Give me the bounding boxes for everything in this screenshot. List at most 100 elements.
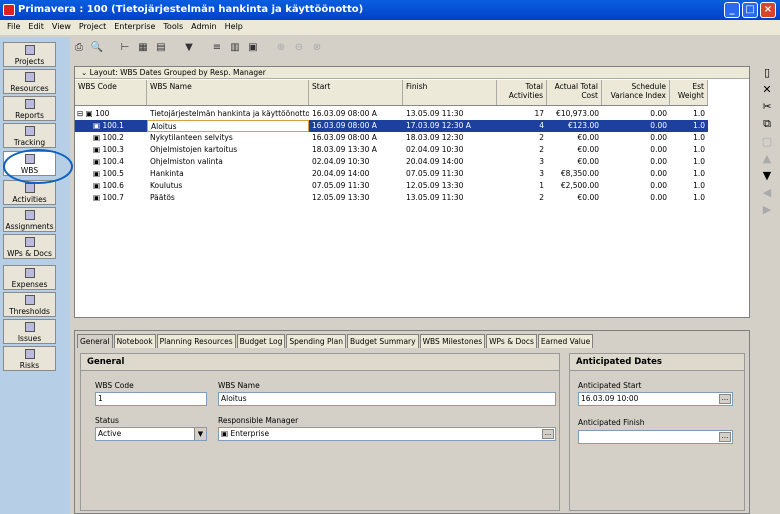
left-navigation: Projects Resources Reports Tracking WBS …: [0, 37, 70, 514]
projects-icon: [24, 45, 35, 55]
col-svi[interactable]: Schedule Variance Index: [602, 80, 670, 105]
cell-name: Päätös: [150, 193, 175, 202]
nav-wps-docs[interactable]: WPs & Docs: [3, 234, 56, 259]
minimize-button[interactable]: _: [724, 2, 740, 18]
col-est-weight[interactable]: Est Weight: [670, 80, 708, 105]
cell-name: Ohjelmiston valinta: [150, 157, 223, 166]
move-up-icon[interactable]: ▲: [763, 152, 771, 165]
tab-wps-docs[interactable]: WPs & Docs: [486, 334, 537, 348]
cell-svi: 0.00: [650, 109, 667, 118]
print-preview-icon[interactable]: 🔍: [90, 40, 104, 54]
move-down-icon[interactable]: ▼: [763, 169, 771, 182]
nav-resources[interactable]: Resources: [3, 69, 56, 94]
cell-code: ▣ 100.5: [93, 169, 124, 178]
filter-icon[interactable]: ▼: [182, 40, 196, 54]
menu-edit[interactable]: Edit: [24, 20, 48, 35]
date-picker-button[interactable]: ...: [719, 394, 731, 404]
anticipated-start-field[interactable]: 16.03.09 10:00...: [578, 392, 733, 406]
menu-help[interactable]: Help: [221, 20, 247, 35]
tab-earned-value[interactable]: Earned Value: [537, 334, 594, 348]
nav-thresholds[interactable]: Thresholds: [3, 292, 56, 317]
menu-tools[interactable]: Tools: [159, 20, 187, 35]
menu-enterprise[interactable]: Enterprise: [110, 20, 159, 35]
manager-field[interactable]: ▣ Enterprise...: [218, 427, 556, 441]
table-row[interactable]: ▣ 100.3 Ohjelmistojen kartoitus 18.03.09 1…: [75, 144, 708, 156]
nav-issues[interactable]: Issues: [3, 319, 56, 344]
zoom-out-icon[interactable]: ⊖: [292, 40, 306, 54]
copy-icon[interactable]: ⧉: [763, 117, 771, 131]
cell-cost: €123.00: [567, 121, 599, 130]
print-icon[interactable]: ⎙: [72, 40, 86, 54]
col-total-activities[interactable]: Total Activities: [497, 80, 547, 105]
status-select[interactable]: Active ▼: [95, 427, 207, 441]
cell-name: Tietojärjestelmän hankinta ja käyttöönot…: [150, 109, 309, 118]
date-picker-button[interactable]: ...: [719, 432, 731, 442]
browse-button[interactable]: ...: [542, 429, 554, 439]
col-actual-cost[interactable]: Actual Total Cost: [547, 80, 602, 105]
cell-cost: €0.00: [577, 193, 599, 202]
nav-activities[interactable]: Activities: [3, 180, 56, 205]
tab-general[interactable]: General: [77, 334, 113, 348]
delete-icon[interactable]: ✕: [762, 83, 771, 96]
table-row[interactable]: ▣ 100.1 Aloitus 16.03.09 08:00 A 17.03.09 1…: [75, 120, 708, 132]
cell-cost: €10,973.00: [556, 109, 599, 118]
table-row[interactable]: ▣ 100.2 Nykytilanteen selvitys 16.03.09 08…: [75, 132, 708, 144]
tracking-icon: [24, 126, 35, 136]
paste-icon[interactable]: ▢: [762, 135, 772, 148]
wbs-code-field[interactable]: 1: [95, 392, 207, 406]
table-row[interactable]: ▣ 100.5 Hankinta 20.04.09 14:00 07.05.09 11…: [75, 168, 708, 180]
table-row[interactable]: ▣ 100.4 Ohjelmiston valinta 02.04.09 10:30…: [75, 156, 708, 168]
menu-view[interactable]: View: [48, 20, 75, 35]
nav-expenses[interactable]: Expenses: [3, 265, 56, 290]
cell-w: 1.0: [693, 157, 705, 166]
layout-bar[interactable]: ⌄ Layout: WBS Dates Grouped by Resp. Man…: [75, 67, 749, 79]
table-icon[interactable]: ▣: [246, 40, 260, 54]
tab-planning-resources[interactable]: Planning Resources: [156, 334, 236, 348]
zoom-fit-icon[interactable]: ⊗: [310, 40, 324, 54]
new-icon[interactable]: ▯: [764, 66, 770, 79]
columns-icon[interactable]: ≡: [210, 40, 224, 54]
indent-left-icon[interactable]: ◀: [763, 186, 771, 199]
cell-acts: 3: [539, 169, 544, 178]
col-wbs-code[interactable]: WBS Code: [75, 80, 147, 105]
grid-icon[interactable]: ▦: [136, 40, 150, 54]
layout-icon[interactable]: ▥: [228, 40, 242, 54]
table-row[interactable]: ▣ 100.7 Päätös 12.05.09 13:30 13.05.09 11:3…: [75, 192, 708, 204]
zoom-in-icon[interactable]: ⊕: [274, 40, 288, 54]
col-wbs-name[interactable]: WBS Name: [147, 80, 309, 105]
nav-assignments[interactable]: Assignments: [3, 207, 56, 232]
close-button[interactable]: ×: [760, 2, 776, 18]
table-row[interactable]: ⊟ ▣ 100 Tietojärjestelmän hankinta ja käy…: [75, 108, 708, 120]
maximize-button[interactable]: □: [742, 2, 758, 18]
menu-admin[interactable]: Admin: [187, 20, 221, 35]
cell-name: Hankinta: [150, 169, 184, 178]
nav-tracking[interactable]: Tracking: [3, 123, 56, 148]
hierarchy-icon[interactable]: ⊢: [118, 40, 132, 54]
nav-label: Resources: [10, 84, 49, 93]
group-icon[interactable]: ▤: [154, 40, 168, 54]
tab-wbs-milestones[interactable]: WBS Milestones: [419, 334, 486, 348]
nav-risks[interactable]: Risks: [3, 346, 56, 371]
tab-notebook[interactable]: Notebook: [113, 334, 156, 348]
tab-budget-log[interactable]: Budget Log: [236, 334, 286, 348]
cut-icon[interactable]: ✂: [762, 100, 771, 113]
chevron-down-icon[interactable]: ▼: [194, 428, 206, 440]
menu-project[interactable]: Project: [75, 20, 110, 35]
col-finish[interactable]: Finish: [403, 80, 497, 105]
risks-icon: [24, 349, 35, 359]
cell-name: Aloitus: [147, 120, 309, 132]
tab-spending-plan[interactable]: Spending Plan: [286, 334, 346, 348]
table-row[interactable]: ▣ 100.6 Koulutus 07.05.09 11:30 12.05.09 13…: [75, 180, 708, 192]
indent-right-icon[interactable]: ▶: [763, 203, 771, 216]
tab-budget-summary[interactable]: Budget Summary: [346, 334, 419, 348]
col-start[interactable]: Start: [309, 80, 403, 105]
nav-reports[interactable]: Reports: [3, 96, 56, 121]
cell-finish: 18.03.09 12:30: [406, 133, 464, 142]
nav-projects[interactable]: Projects: [3, 42, 56, 67]
cell-name: Nykytilanteen selvitys: [150, 133, 233, 142]
wbs-name-field[interactable]: Aloitus: [218, 392, 556, 406]
cell-svi: 0.00: [650, 145, 667, 154]
anticipated-finish-field[interactable]: ...: [578, 430, 733, 444]
menu-file[interactable]: File: [3, 20, 24, 35]
cell-acts: 4: [539, 121, 544, 130]
